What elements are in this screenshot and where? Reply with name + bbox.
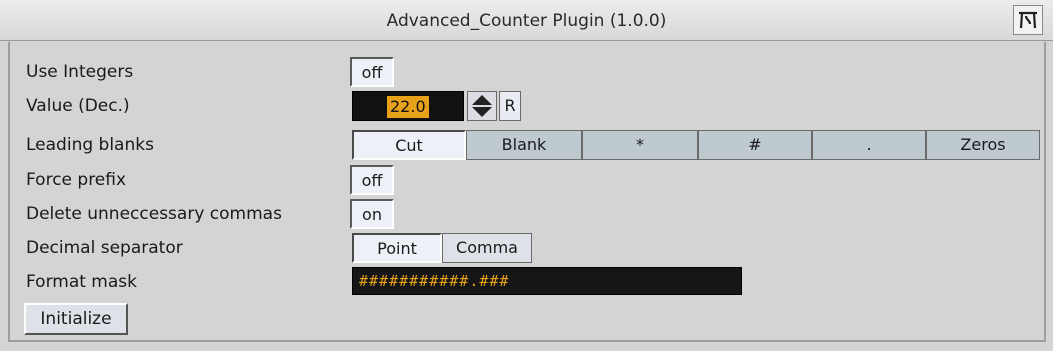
plugin-logo-icon[interactable] <box>1013 5 1043 35</box>
format-mask-input[interactable]: ###########.### <box>352 267 742 295</box>
format-mask-label: Format mask <box>26 272 137 292</box>
leading-blanks-option-zeros[interactable]: Zeros <box>926 130 1040 160</box>
force-prefix-label: Force prefix <box>26 170 127 190</box>
title-bar: Advanced_Counter Plugin (1.0.0) <box>0 0 1053 41</box>
decimal-separator-option-point[interactable]: Point <box>352 233 442 263</box>
value-dec-input[interactable]: 22.0 <box>352 91 464 121</box>
force-prefix-toggle[interactable]: off <box>350 165 394 195</box>
decimal-separator-label: Decimal separator <box>26 238 183 258</box>
leading-blanks-option-cut[interactable]: Cut <box>352 130 466 160</box>
value-dec-label: Value (Dec.) <box>26 96 130 116</box>
leading-blanks-label: Leading blanks <box>26 135 154 155</box>
leading-blanks-option-blank[interactable]: Blank <box>466 130 582 160</box>
leading-blanks-option-dot[interactable]: . <box>812 130 926 160</box>
delete-commas-toggle[interactable]: on <box>350 199 394 229</box>
delete-commas-label: Delete unneccessary commas <box>26 204 282 224</box>
spin-up-icon[interactable] <box>472 95 492 105</box>
value-spinner[interactable] <box>467 91 497 121</box>
plugin-panel <box>8 42 1046 342</box>
value-dec-value: 22.0 <box>387 96 429 118</box>
leading-blanks-option-asterisk[interactable]: * <box>582 130 698 160</box>
spin-down-icon[interactable] <box>472 107 492 117</box>
value-reset-button[interactable]: R <box>499 91 521 121</box>
use-integers-toggle[interactable]: off <box>350 57 394 87</box>
initialize-button[interactable]: Initialize <box>24 303 128 335</box>
use-integers-label: Use Integers <box>26 62 134 82</box>
leading-blanks-option-hash[interactable]: # <box>698 130 812 160</box>
decimal-separator-option-comma[interactable]: Comma <box>442 233 532 263</box>
window-title: Advanced_Counter Plugin (1.0.0) <box>386 11 667 31</box>
